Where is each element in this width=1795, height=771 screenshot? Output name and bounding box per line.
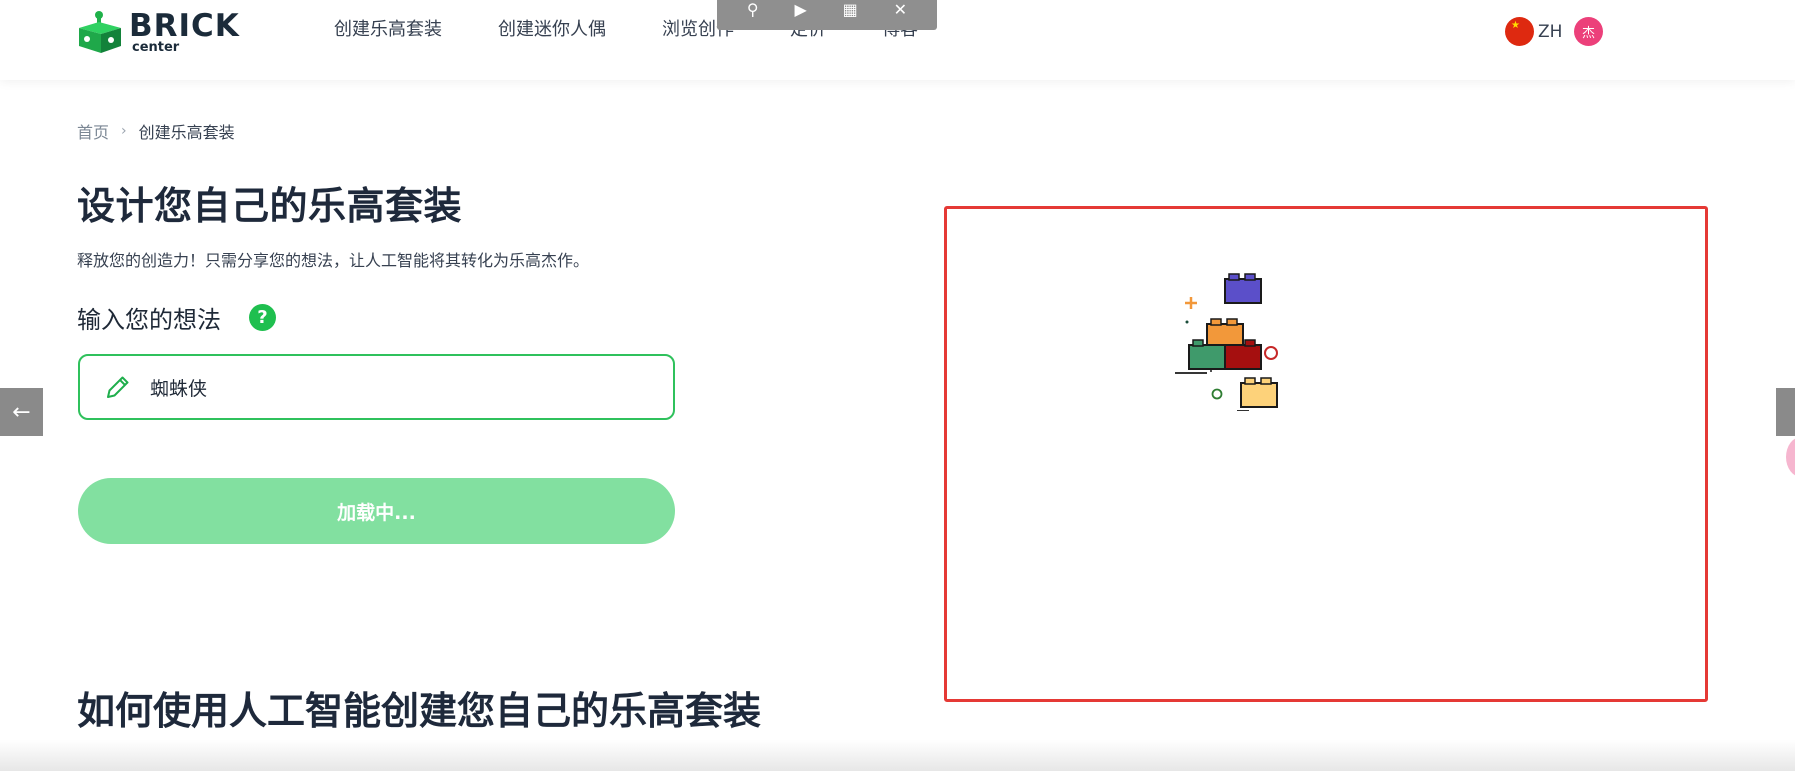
idea-input-value: 蜘蛛侠 [150, 377, 208, 400]
logo-wordmark: BRICK [129, 7, 240, 44]
floating-chat-bubble[interactable] [1786, 437, 1795, 477]
idea-input[interactable]: 蜘蛛侠 [78, 354, 675, 420]
breadcrumb-separator: › [121, 123, 127, 139]
logo-subtitle: center [132, 39, 180, 55]
help-icon[interactable]: ? [249, 304, 276, 331]
search-icon[interactable]: ⚲ [747, 2, 759, 18]
language-label: ZH [1538, 21, 1563, 42]
breadcrumb: 首页 › 创建乐高套装 [77, 119, 235, 143]
bottom-scroll-shadow [0, 740, 1795, 771]
idea-input-label: 输入您的想法 [77, 306, 221, 334]
grid-icon[interactable]: ▦ [843, 2, 858, 18]
how-to-section-title: 如何使用人工智能创建您自己的乐高套装 [77, 689, 762, 733]
next-arrow-button[interactable] [1776, 388, 1795, 436]
pencil-icon [107, 376, 129, 398]
nav-create-lego-set[interactable]: 创建乐高套装 [334, 18, 442, 42]
prev-arrow-button[interactable]: ← [0, 388, 43, 436]
robot-brick-logo-icon [79, 11, 121, 53]
idea-label-row: 输入您的想法 ? [77, 300, 276, 335]
page-subtitle: 释放您的创造力！只需分享您的想法，让人工智能将其转化为乐高杰作。 [77, 251, 590, 270]
arrow-left-icon: ← [12, 399, 31, 425]
china-flag-icon: ★ [1505, 17, 1534, 46]
brick-stack-loading-icon [1175, 273, 1278, 411]
language-selector[interactable]: ★ ZH [1505, 17, 1562, 46]
nav-create-minifigure[interactable]: 创建迷你人偶 [498, 18, 606, 42]
user-avatar[interactable]: 杰 [1574, 17, 1603, 46]
preview-panel [944, 206, 1708, 702]
play-icon[interactable]: ▶ [795, 2, 807, 18]
breadcrumb-current: 创建乐高套装 [138, 123, 235, 142]
generate-button-loading[interactable]: 加载中... [78, 478, 675, 544]
brick-center-logo[interactable]: BRICK center [77, 10, 240, 54]
breadcrumb-home[interactable]: 首页 [77, 119, 109, 143]
page-title: 设计您自己的乐高套装 [77, 184, 463, 228]
floating-media-toolbar: ⚲ ▶ ▦ ✕ [717, 0, 937, 30]
close-icon[interactable]: ✕ [894, 2, 907, 18]
